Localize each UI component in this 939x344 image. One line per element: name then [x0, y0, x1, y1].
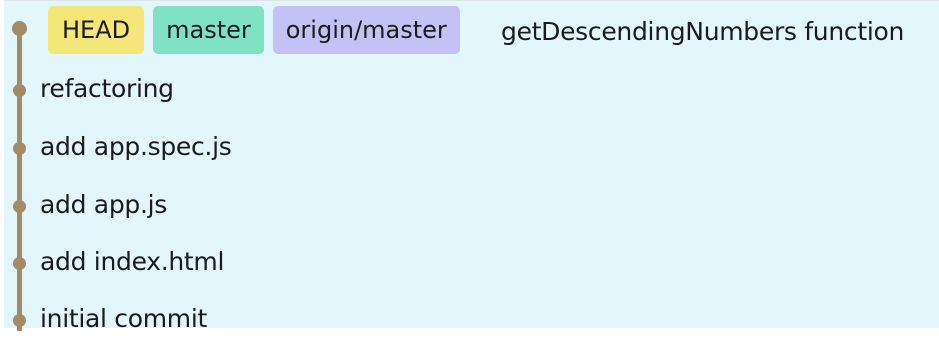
commit-message: add index.html [40, 247, 225, 276]
commit-row[interactable]: initial commit [4, 294, 939, 344]
commit-message: refactoring [40, 74, 174, 103]
commit-message: initial commit [40, 304, 207, 333]
commit-message: add app.js [40, 190, 167, 219]
commit-row[interactable]: add app.spec.js [4, 122, 939, 172]
commit-node [13, 142, 26, 155]
remote-branch-badge[interactable]: origin/master [272, 6, 460, 54]
commit-row[interactable]: add index.html [4, 237, 939, 287]
head-badge[interactable]: HEAD [48, 6, 145, 54]
commit-node [13, 200, 26, 213]
commit-row[interactable]: add app.js [4, 180, 939, 230]
commit-row[interactable]: HEAD master origin/master getDescendingN… [4, 1, 939, 54]
commit-node [12, 21, 27, 36]
commit-node [13, 314, 26, 327]
commit-node [13, 84, 26, 97]
commit-row[interactable]: refactoring [4, 64, 939, 114]
commit-message: add app.spec.js [40, 132, 232, 161]
commit-history-graph: HEAD master origin/master getDescendingN… [4, 0, 939, 333]
commit-node [13, 257, 26, 270]
commit-message: getDescendingNumbers function [501, 17, 905, 46]
local-branch-badge[interactable]: master [153, 6, 264, 54]
ref-badges: HEAD master origin/master [48, 6, 460, 54]
